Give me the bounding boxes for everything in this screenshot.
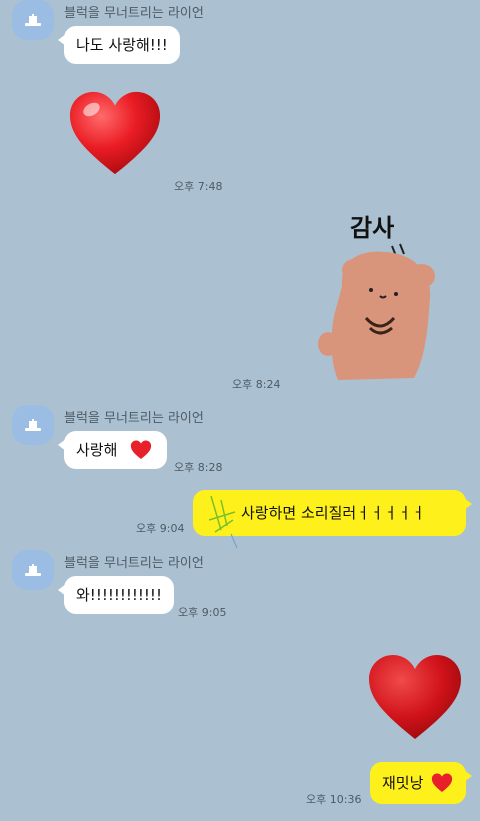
sender-name: 블럭을 무너트리는 라이언 xyxy=(64,556,204,571)
avatar[interactable] xyxy=(12,550,54,590)
message-text: 사랑하면 소리질러ㅓㅓㅓㅓㅓ xyxy=(241,504,426,522)
message-text: 나도 사랑해!!! xyxy=(76,36,168,54)
scribble-decoration xyxy=(208,495,238,549)
avatar[interactable] xyxy=(12,405,54,445)
message-bubble[interactable]: 재밋낭 xyxy=(370,762,472,804)
message-time: 오후 10:36 xyxy=(306,793,362,806)
message-time: 오후 8:24 xyxy=(232,378,281,391)
message-text: 재밋낭 xyxy=(382,774,424,792)
sticker-caption: 감사 xyxy=(350,214,394,242)
heart-emoji-small xyxy=(130,440,152,460)
message-time: 오후 9:05 xyxy=(178,606,227,619)
message-bubble[interactable]: 사랑하면 소리질러ㅓㅓㅓㅓㅓ xyxy=(193,490,472,549)
message-time: 오후 9:04 xyxy=(136,522,185,535)
heart-emoji-small xyxy=(431,773,453,793)
sender-name: 블럭을 무너트리는 라이언 xyxy=(64,6,204,21)
message-bubble[interactable]: 나도 사랑해!!! xyxy=(58,26,180,64)
message-text: 사랑해 xyxy=(76,441,118,459)
message-time: 오후 7:48 xyxy=(174,180,223,193)
default-avatar-icon xyxy=(25,564,41,576)
avatar[interactable] xyxy=(12,0,54,40)
sender-name: 블럭을 무너트리는 라이언 xyxy=(64,411,204,426)
default-avatar-icon xyxy=(25,14,41,26)
message-text: 와!!!!!!!!!!!! xyxy=(76,586,162,604)
message-bubble[interactable]: 와!!!!!!!!!!!! xyxy=(58,576,174,614)
heart-emoji[interactable] xyxy=(66,86,164,182)
bear-thanks-sticker[interactable]: 감사 xyxy=(314,206,444,386)
default-avatar-icon xyxy=(25,419,41,431)
heart-emoji[interactable] xyxy=(365,650,465,746)
message-bubble[interactable]: 사랑해 xyxy=(58,431,167,469)
message-time: 오후 8:28 xyxy=(174,461,223,474)
